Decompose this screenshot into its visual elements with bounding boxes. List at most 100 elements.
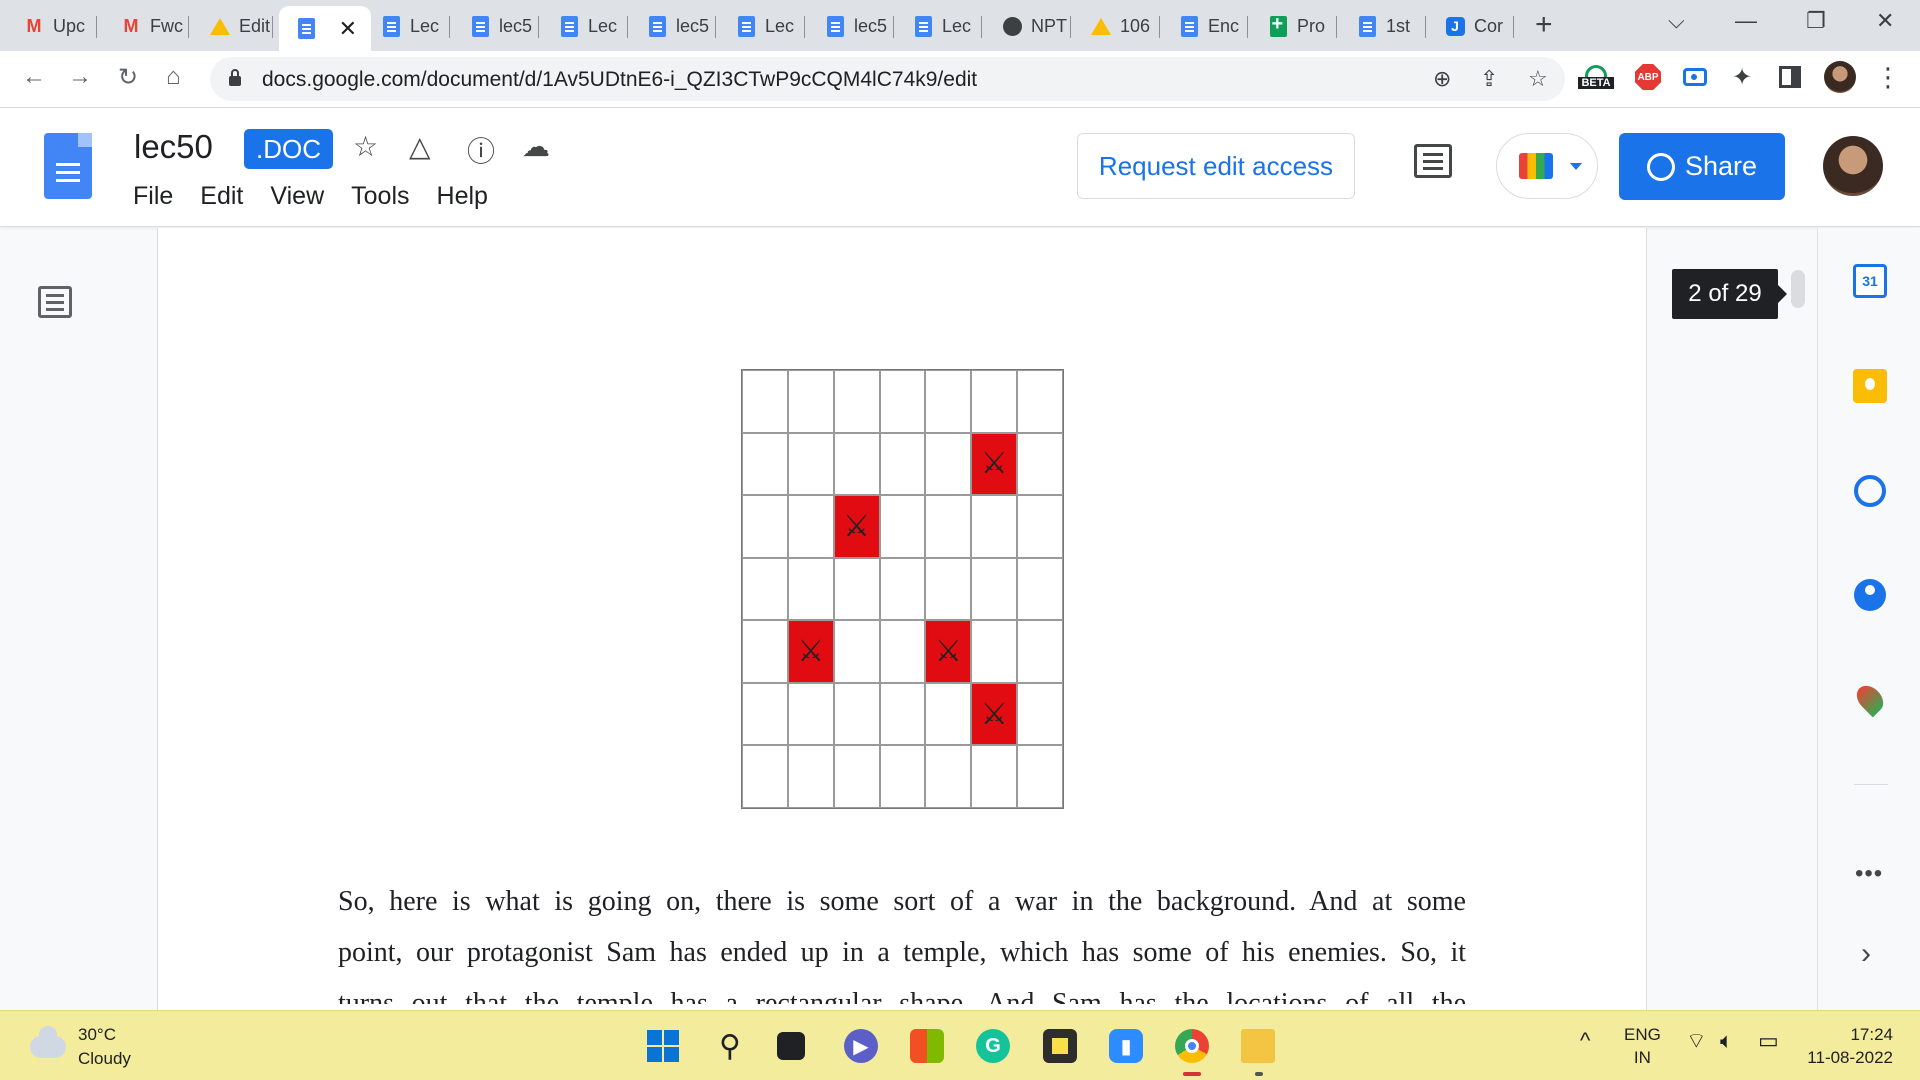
tab-separator bbox=[96, 16, 97, 38]
enemy-cell: ⚔ bbox=[971, 432, 1018, 496]
wifi-icon[interactable]: ⌔ bbox=[1686, 1029, 1707, 1052]
browser-tab[interactable]: Lec bbox=[542, 6, 628, 46]
grid-cell bbox=[833, 557, 880, 621]
extensions-puzzle-icon[interactable]: ✦ bbox=[1728, 63, 1756, 91]
maps-icon[interactable] bbox=[1851, 680, 1889, 718]
menu-help[interactable]: Help bbox=[437, 182, 488, 211]
show-hidden-icons-icon[interactable]: ^ bbox=[1580, 1029, 1590, 1052]
docs-icon bbox=[912, 15, 934, 37]
browser-tab[interactable]: M Upc bbox=[7, 6, 97, 46]
browser-tab[interactable]: 1st bbox=[1340, 6, 1426, 46]
screen-recorder-icon[interactable] bbox=[1681, 63, 1709, 91]
grid-cell bbox=[1017, 557, 1063, 621]
file-explorer-icon[interactable] bbox=[1241, 1029, 1275, 1063]
grammarly-app-icon[interactable]: G bbox=[976, 1029, 1010, 1063]
browser-tab[interactable]: J Cor bbox=[1428, 6, 1514, 46]
browser-tab[interactable]: 106 bbox=[1074, 6, 1160, 46]
scrollbar-thumb[interactable] bbox=[1791, 270, 1805, 308]
side-panel: 31 ••• › bbox=[1817, 228, 1920, 1010]
grid-cell bbox=[787, 432, 834, 496]
back-button[interactable]: ← bbox=[22, 63, 46, 91]
document-title[interactable]: lec50 bbox=[134, 128, 213, 166]
browser-menu-icon[interactable]: ⋮ bbox=[1874, 62, 1902, 92]
browser-tab[interactable]: lec5 bbox=[453, 6, 539, 46]
tab-search-chevron-icon[interactable]: ⌵ bbox=[1668, 8, 1685, 34]
hide-side-panel-icon[interactable]: › bbox=[1861, 937, 1871, 971]
keep-icon[interactable] bbox=[1853, 369, 1887, 403]
battery-icon[interactable]: ▭ bbox=[1758, 1029, 1779, 1052]
browser-tab[interactable]: NPT bbox=[985, 6, 1071, 46]
menu-tools[interactable]: Tools bbox=[351, 182, 409, 211]
home-button[interactable]: ⌂ bbox=[166, 63, 181, 91]
account-avatar[interactable] bbox=[1823, 136, 1883, 196]
restore-button[interactable]: ❐ bbox=[1806, 8, 1826, 34]
comment-history-icon[interactable] bbox=[1414, 144, 1452, 178]
microsoft-store-icon[interactable] bbox=[910, 1029, 944, 1063]
language-indicator[interactable]: ENG IN bbox=[1624, 1023, 1661, 1069]
browser-tab[interactable]: Edit bbox=[193, 6, 273, 46]
grid-cell bbox=[833, 620, 880, 683]
meet-button[interactable] bbox=[1496, 133, 1598, 199]
tasks-icon[interactable] bbox=[1853, 474, 1887, 508]
forward-button[interactable]: → bbox=[68, 63, 92, 91]
share-page-icon[interactable]: ⇪ bbox=[1480, 66, 1498, 92]
close-tab-icon[interactable]: ✕ bbox=[339, 16, 357, 42]
grid-cell bbox=[925, 495, 972, 558]
tab-label: Lec bbox=[765, 15, 795, 36]
adblock-extension-icon[interactable]: ABP bbox=[1634, 63, 1662, 91]
document-outline-icon[interactable] bbox=[38, 286, 72, 318]
tab-label: lec5 bbox=[854, 15, 888, 36]
windows-start-icon[interactable] bbox=[646, 1029, 680, 1063]
browser-tab[interactable]: Lec bbox=[364, 6, 450, 46]
chrome-icon[interactable] bbox=[1175, 1029, 1209, 1063]
menu-edit[interactable]: Edit bbox=[200, 182, 243, 211]
share-label: Share bbox=[1684, 151, 1758, 181]
browser-tab[interactable]: Pro bbox=[1251, 6, 1337, 46]
close-window-button[interactable]: ✕ bbox=[1876, 8, 1894, 34]
zoom-icon[interactable]: ⊕ bbox=[1433, 66, 1451, 92]
browser-tab[interactable]: Lec bbox=[719, 6, 805, 46]
bookmark-star-icon[interactable]: ☆ bbox=[1528, 66, 1548, 92]
zoom-app-icon[interactable]: ▮ bbox=[1109, 1029, 1143, 1063]
calendar-icon[interactable]: 31 bbox=[1853, 264, 1887, 298]
address-bar[interactable]: docs.google.com/document/d/1Av5UDtnE6-i_… bbox=[210, 57, 1565, 101]
docs-icon bbox=[469, 15, 491, 37]
search-icon[interactable]: ⚲ bbox=[713, 1029, 747, 1063]
info-icon[interactable]: ⓘ bbox=[467, 130, 495, 170]
browser-tab[interactable]: lec5 bbox=[630, 6, 716, 46]
side-panel-icon[interactable] bbox=[1776, 63, 1804, 91]
share-button[interactable]: Share bbox=[1619, 133, 1785, 200]
crossed-swords-icon: ⚔ bbox=[980, 447, 1008, 481]
tab-label: 1st bbox=[1386, 15, 1411, 36]
clock[interactable]: 17:24 11-08-2022 bbox=[1803, 1023, 1893, 1069]
browser-tab[interactable]: ✕ bbox=[279, 6, 371, 51]
docs-logo-icon[interactable] bbox=[44, 133, 92, 199]
grid-cell bbox=[879, 432, 926, 496]
sticky-notes-icon[interactable] bbox=[1043, 1029, 1077, 1063]
minimize-button[interactable]: — bbox=[1735, 8, 1757, 34]
new-tab-button[interactable]: + bbox=[1535, 8, 1553, 42]
reload-button[interactable]: ↻ bbox=[118, 63, 138, 92]
star-icon[interactable]: ☆ bbox=[353, 130, 378, 163]
grammarly-extension-icon[interactable]: BETA bbox=[1578, 63, 1614, 91]
task-view-icon[interactable] bbox=[777, 1032, 805, 1060]
grid-cell bbox=[1017, 432, 1063, 496]
volume-icon[interactable]: 🔈︎ bbox=[1720, 1029, 1733, 1052]
request-edit-access-button[interactable]: Request edit access bbox=[1077, 133, 1355, 199]
contacts-icon[interactable] bbox=[1853, 578, 1887, 612]
cloud-status-icon[interactable]: ☁ bbox=[522, 130, 550, 163]
browser-tab[interactable]: lec5 bbox=[808, 6, 894, 46]
weather-widget[interactable]: 30°C Cloudy bbox=[30, 1023, 131, 1071]
enemy-cell: ⚔ bbox=[787, 620, 834, 683]
browser-tab[interactable]: Lec bbox=[896, 6, 982, 46]
browser-tab[interactable]: M Fwc bbox=[104, 6, 189, 46]
tab-label: Pro bbox=[1297, 15, 1326, 36]
menu-file[interactable]: File bbox=[133, 182, 173, 211]
menu-view[interactable]: View bbox=[270, 182, 324, 211]
menu-bar: File Edit View Tools Help bbox=[133, 182, 488, 211]
profile-avatar[interactable] bbox=[1824, 61, 1856, 93]
teams-chat-icon[interactable]: ▶ bbox=[844, 1029, 878, 1063]
add-to-drive-icon[interactable]: △ bbox=[409, 130, 431, 163]
more-addons-icon[interactable]: ••• bbox=[1855, 860, 1883, 888]
browser-tab[interactable]: Enc bbox=[1162, 6, 1248, 46]
